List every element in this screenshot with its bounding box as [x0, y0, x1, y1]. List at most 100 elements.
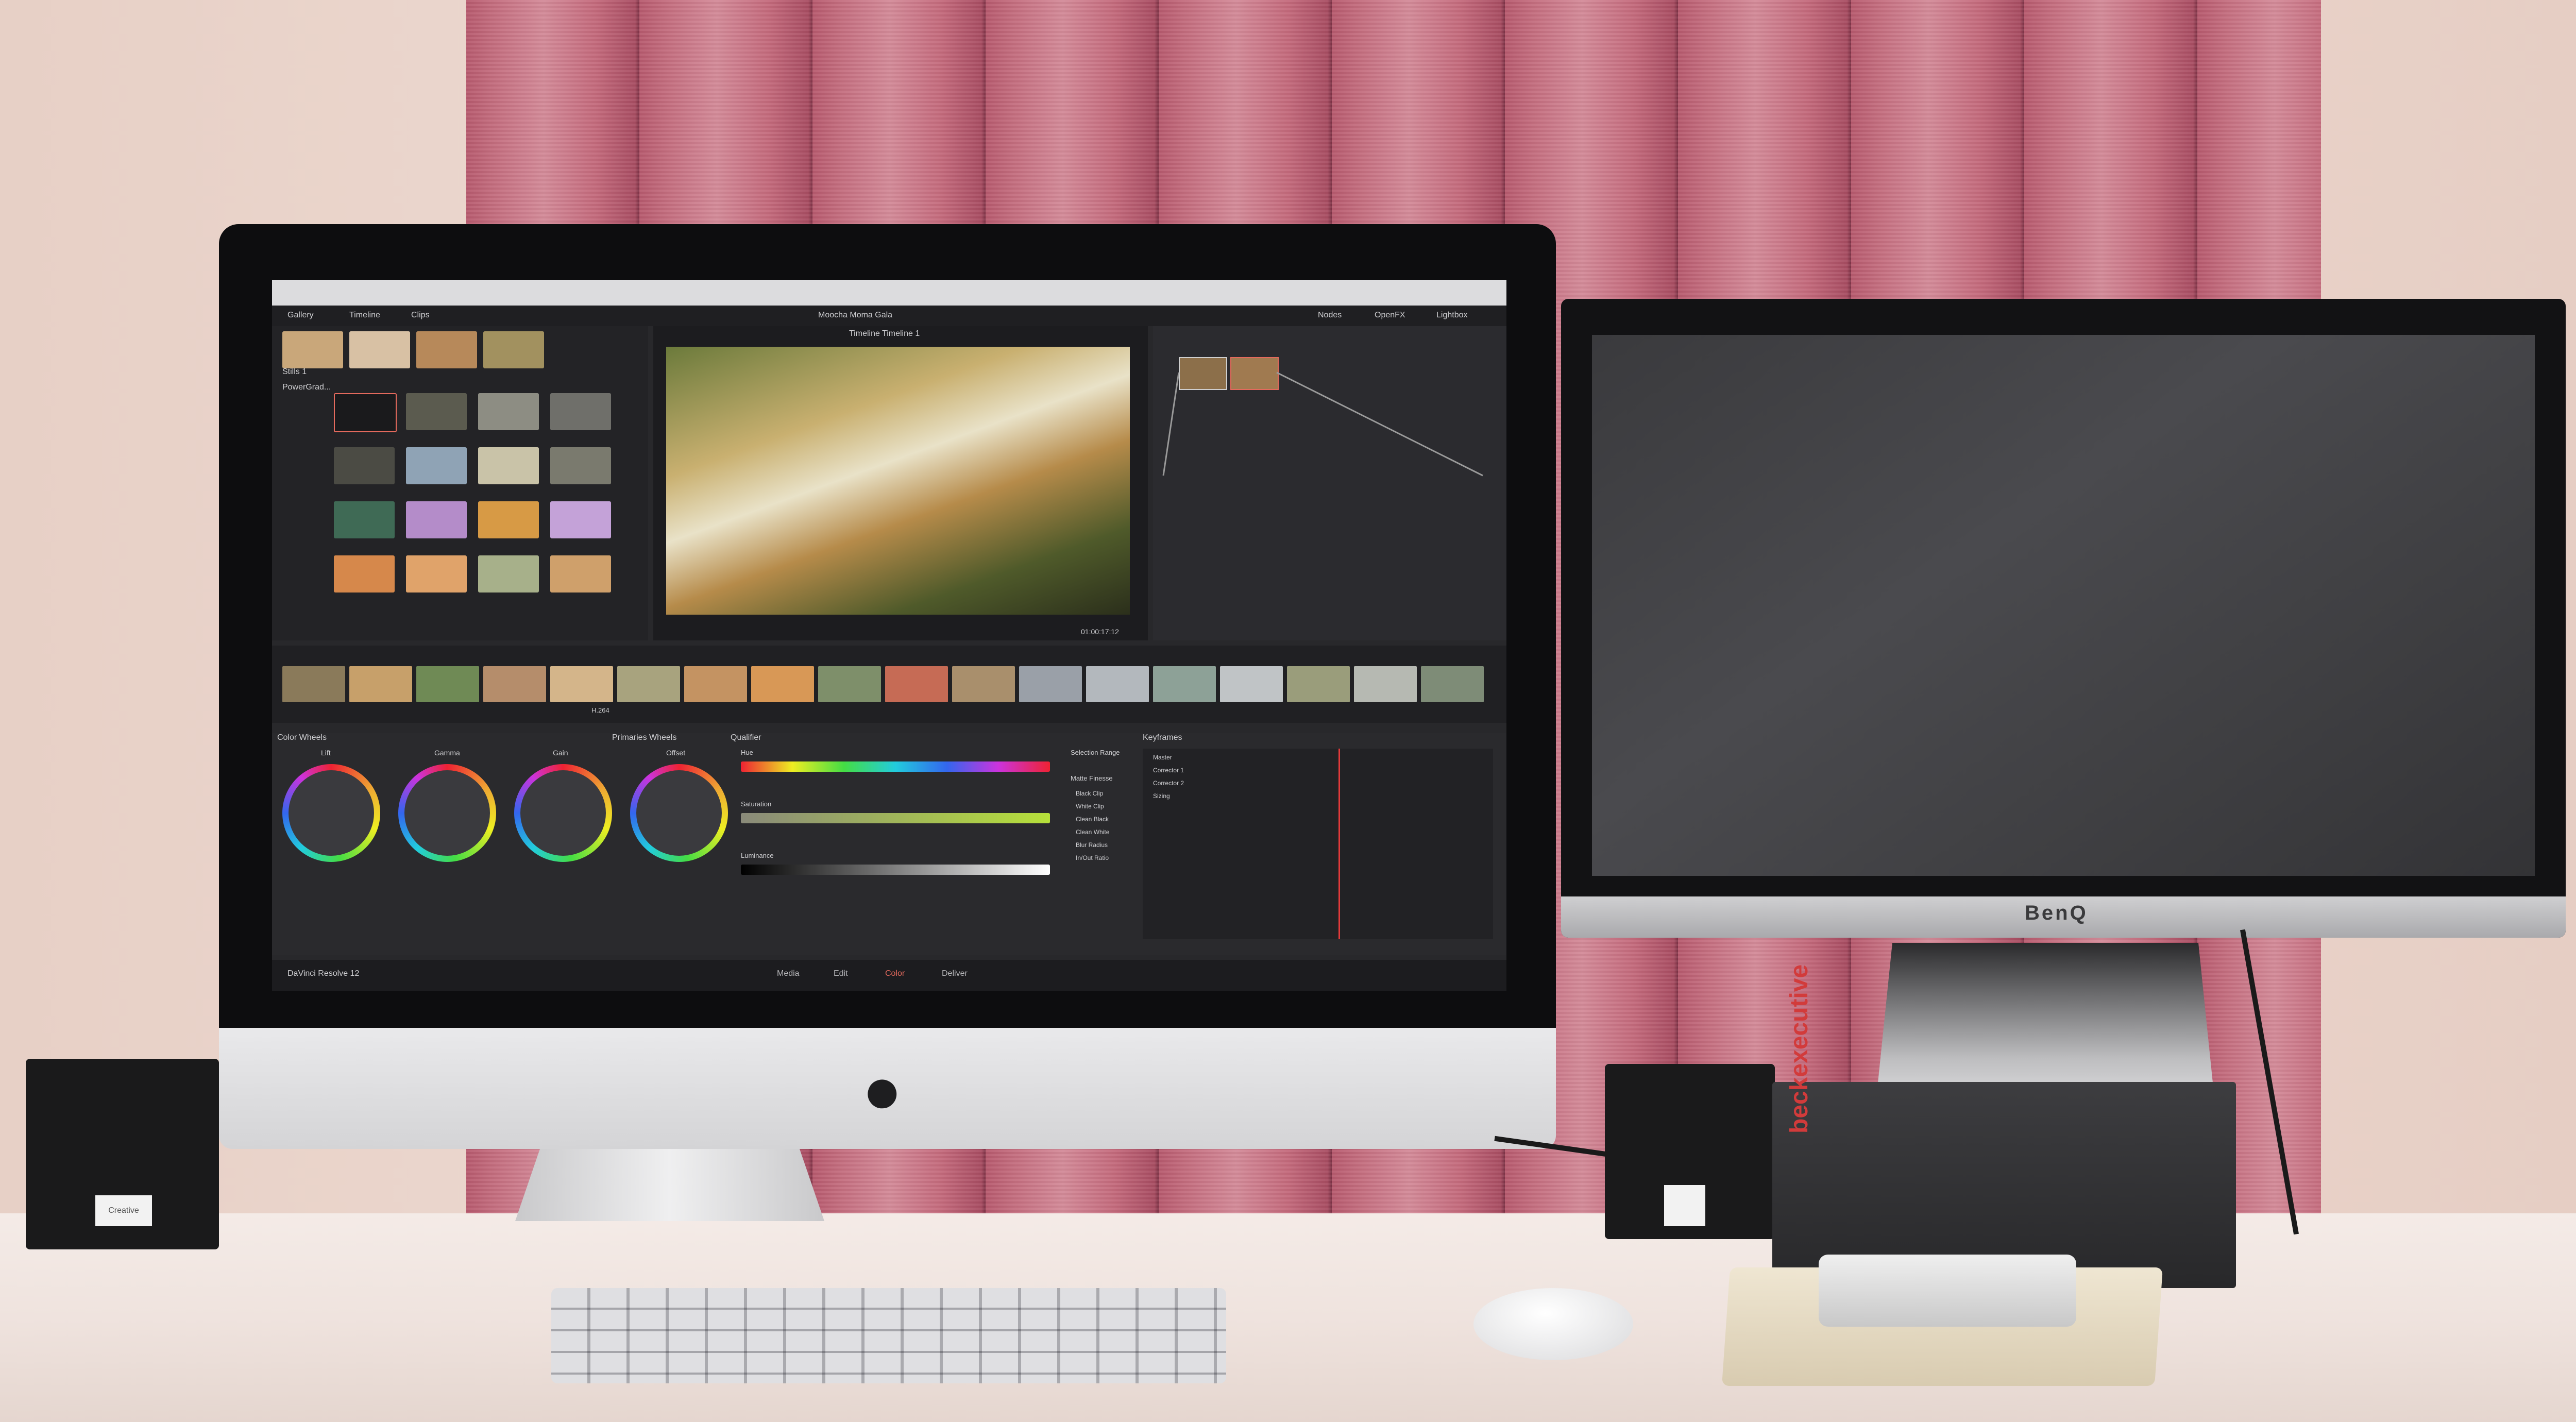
still-thumb[interactable] — [478, 393, 539, 430]
timeline-clip[interactable] — [1019, 666, 1082, 702]
timeline-clip[interactable] — [1354, 666, 1417, 702]
keyframe-row: Sizing — [1153, 792, 1170, 800]
gamma-wheel[interactable] — [398, 764, 496, 862]
panel-qualifier[interactable]: Qualifier — [731, 733, 761, 742]
matte-param: In/Out Ratio — [1076, 854, 1109, 861]
smartphone — [1819, 1255, 2076, 1327]
viewer-panel: Timeline Timeline 1 01:00:17:12 — [653, 326, 1148, 640]
keyframe-row: Corrector 1 — [1153, 767, 1184, 774]
timeline-clip[interactable] — [1220, 666, 1283, 702]
timeline-clip[interactable] — [1086, 666, 1149, 702]
selection-range: Selection Range — [1071, 749, 1120, 756]
node-links — [1162, 371, 1483, 477]
offset-wheel[interactable] — [630, 764, 728, 862]
still-thumb[interactable] — [550, 393, 611, 430]
timeline-name[interactable]: Timeline Timeline 1 — [849, 329, 920, 338]
still-thumb[interactable] — [349, 331, 410, 368]
clip-timeline: H.264 — [272, 646, 1506, 723]
timeline-clip[interactable] — [483, 666, 546, 702]
page-bar: DaVinci Resolve 12 Media Edit Color Deli… — [272, 960, 1506, 991]
tab-clips[interactable]: Clips — [411, 311, 430, 320]
tab-lightbox[interactable]: Lightbox — [1436, 311, 1468, 320]
keyframe-row: Master — [1153, 754, 1172, 761]
still-thumb[interactable] — [282, 331, 343, 368]
still-thumb[interactable] — [550, 555, 611, 592]
matte-param: White Clip — [1076, 803, 1104, 810]
keyframe-editor: Master Corrector 1 Corrector 2 Sizing — [1143, 749, 1493, 939]
panel-primaries-wheels[interactable]: Primaries Wheels — [612, 733, 676, 742]
still-thumb[interactable] — [550, 501, 611, 538]
matte-param: Black Clip — [1076, 790, 1104, 797]
page-color[interactable]: Color — [885, 969, 905, 978]
gallery-stills[interactable]: Stills 1 — [282, 367, 307, 377]
tab-timeline[interactable]: Timeline — [349, 311, 380, 320]
speaker-left-label: Creative — [95, 1195, 152, 1226]
benq-monitor: BenQ — [1561, 299, 2566, 943]
still-thumb[interactable] — [478, 501, 539, 538]
panel-keyframes[interactable]: Keyframes — [1143, 733, 1182, 742]
still-thumb[interactable] — [334, 555, 395, 592]
timeline-clip[interactable] — [952, 666, 1015, 702]
playhead[interactable] — [1338, 749, 1340, 939]
wheel-label-gamma: Gamma — [434, 749, 460, 757]
imac-stand — [515, 1149, 824, 1221]
timeline-clip[interactable] — [1421, 666, 1484, 702]
keyframe-row: Corrector 2 — [1153, 780, 1184, 787]
tab-openfx[interactable]: OpenFX — [1375, 311, 1405, 320]
timeline-clip[interactable] — [885, 666, 948, 702]
qualifier-saturation: Saturation — [741, 800, 772, 808]
timeline-clip[interactable] — [282, 666, 345, 702]
gallery-powergrade[interactable]: PowerGrad... — [282, 383, 331, 392]
page-media[interactable]: Media — [777, 969, 800, 978]
imac: ● Gallery Timeline Clips Moocha Moma Gal… — [219, 224, 1556, 1149]
wheel-label-gain: Gain — [553, 749, 568, 757]
window-title: Moocha Moma Gala — [818, 311, 893, 319]
still-thumb[interactable] — [406, 555, 467, 592]
gain-wheel[interactable] — [514, 764, 612, 862]
wheel-label-lift: Lift — [321, 749, 331, 757]
app-name: DaVinci Resolve 12 — [287, 969, 360, 978]
still-thumb[interactable] — [478, 447, 539, 484]
still-thumb[interactable] — [406, 393, 467, 430]
tab-gallery[interactable]: Gallery — [287, 311, 314, 320]
still-thumb[interactable] — [334, 447, 395, 484]
still-thumb[interactable] — [416, 331, 477, 368]
still-thumb[interactable] — [483, 331, 544, 368]
luminance-bar[interactable] — [741, 865, 1050, 875]
still-thumb[interactable] — [478, 555, 539, 592]
qualifier-luminance: Luminance — [741, 852, 774, 859]
timeline-clip[interactable] — [550, 666, 613, 702]
saturation-bar[interactable] — [741, 813, 1050, 823]
matte-param: Clean Black — [1076, 816, 1109, 823]
speaker-right-label — [1664, 1185, 1705, 1226]
timeline-clip[interactable] — [1153, 666, 1216, 702]
still-thumb[interactable] — [550, 447, 611, 484]
still-thumb[interactable] — [406, 501, 467, 538]
still-thumb[interactable] — [406, 447, 467, 484]
panel-color-wheels[interactable]: Color Wheels — [277, 733, 327, 742]
still-thumb[interactable] — [334, 501, 395, 538]
clip-codec: H.264 — [591, 706, 609, 714]
viewer-timecode: 01:00:17:12 — [1081, 628, 1119, 636]
matte-param: Clean White — [1076, 828, 1110, 836]
timeline-clip[interactable] — [416, 666, 479, 702]
resolve-toolbar: Gallery Timeline Clips Moocha Moma Gala … — [272, 306, 1506, 326]
resolve-window: Gallery Timeline Clips Moocha Moma Gala … — [272, 280, 1506, 991]
hue-bar[interactable] — [741, 761, 1050, 772]
page-edit[interactable]: Edit — [834, 969, 848, 978]
matte-param: Blur Radius — [1076, 841, 1108, 849]
timeline-clip[interactable] — [684, 666, 747, 702]
timeline-clip[interactable] — [617, 666, 680, 702]
lift-wheel[interactable] — [282, 764, 380, 862]
timeline-clip[interactable] — [1287, 666, 1350, 702]
tab-nodes[interactable]: Nodes — [1318, 311, 1342, 320]
page-deliver[interactable]: Deliver — [942, 969, 968, 978]
benq-logo: BenQ — [2025, 902, 2088, 924]
gallery-panel: Stills 1 PowerGrad... — [272, 326, 648, 640]
timeline-clip[interactable] — [818, 666, 881, 702]
still-thumb[interactable] — [334, 393, 397, 432]
viewer-frame — [666, 347, 1130, 615]
timeline-clip[interactable] — [349, 666, 412, 702]
color-panels: Color Wheels Primaries Wheels Qualifier … — [272, 733, 1506, 955]
timeline-clip[interactable] — [751, 666, 814, 702]
